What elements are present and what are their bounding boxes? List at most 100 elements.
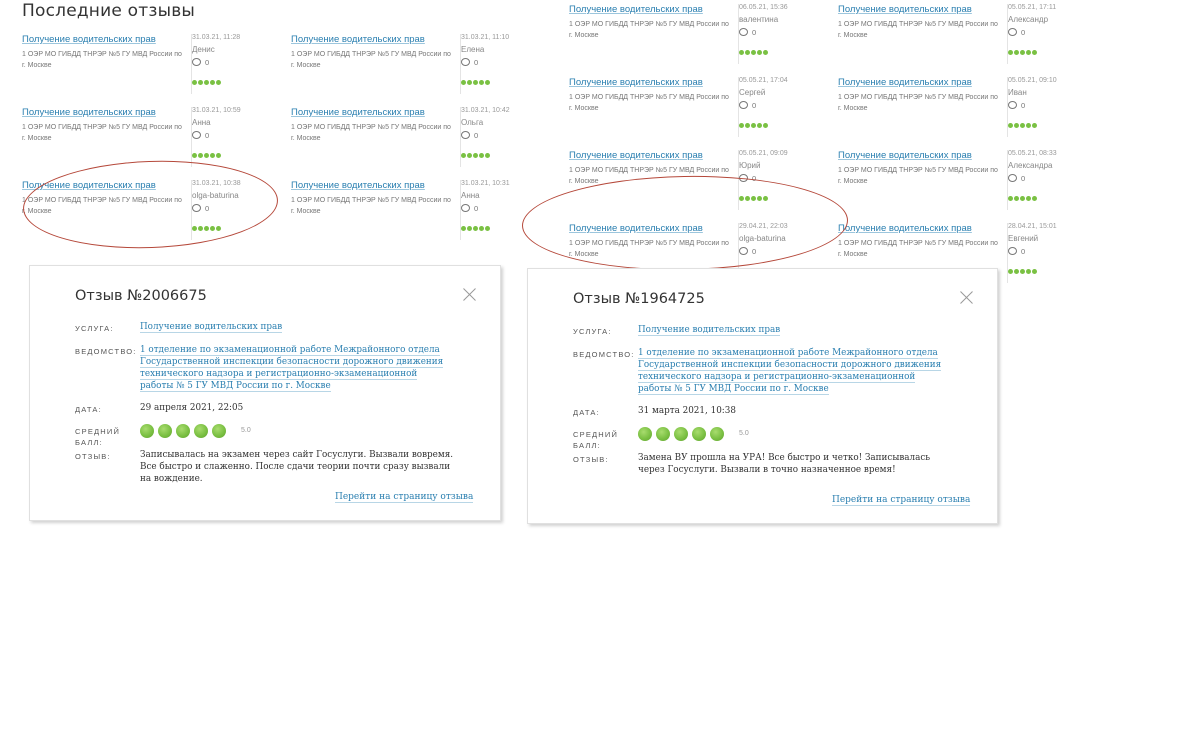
- close-icon[interactable]: [960, 290, 974, 304]
- review-text: Записывалась на экзамен через сайт Госус…: [140, 450, 454, 484]
- review-org: 1 ОЭР МО ГИБДД ТНРЭР №5 ГУ МВД России по…: [291, 124, 451, 142]
- review-service-link[interactable]: Получение водительских прав: [291, 180, 425, 191]
- review-date: 05.05.21, 09:10: [1008, 77, 1057, 84]
- review-card[interactable]: Получение водительских прав 1 ОЭР МО ГИБ…: [838, 77, 1093, 141]
- review-service-link[interactable]: Получение водительских прав: [291, 107, 425, 118]
- review-service-link[interactable]: Получение водительских прав: [569, 77, 703, 88]
- go-to-review-link[interactable]: Перейти на страницу отзыва: [335, 492, 474, 503]
- comment-icon: [1008, 28, 1017, 36]
- review-comments[interactable]: 0: [192, 131, 209, 140]
- review-service-link[interactable]: Получение водительских прав: [569, 4, 703, 15]
- review-date: 31.03.21, 11:10: [461, 34, 510, 41]
- review-author[interactable]: Анна: [192, 118, 211, 127]
- review-date: 06.05.21, 15:36: [739, 4, 788, 11]
- review-date: 31.03.21, 10:42: [461, 107, 510, 114]
- review-comments[interactable]: 0: [461, 58, 478, 67]
- review-service-link[interactable]: Получение водительских прав: [838, 77, 972, 88]
- review-date: 05.05.21, 17:04: [739, 77, 788, 84]
- review-date: 31 марта 2021, 10:38: [638, 406, 736, 416]
- review-card[interactable]: Получение водительских прав 1 ОЭР МО ГИБ…: [22, 34, 277, 98]
- review-comments[interactable]: 0: [461, 131, 478, 140]
- comment-icon: [461, 204, 470, 212]
- review-date: 05.05.21, 17:11: [1008, 4, 1057, 11]
- review-date: 05.05.21, 08:33: [1008, 150, 1057, 157]
- review-author[interactable]: Елена: [461, 45, 484, 54]
- review-author[interactable]: Александра: [1008, 161, 1052, 170]
- review-service-link[interactable]: Получение водительских прав: [569, 150, 703, 161]
- date-label: Дата:: [573, 408, 600, 417]
- review-card[interactable]: Получение водительских прав 1 ОЭР МО ГИБ…: [569, 4, 824, 68]
- review-author[interactable]: Денис: [192, 45, 215, 54]
- review-service-link[interactable]: Получение водительских прав: [838, 150, 972, 161]
- rating-dots: [1008, 261, 1038, 279]
- rating-dots: [739, 42, 769, 60]
- review-comments[interactable]: 0: [192, 58, 209, 67]
- rating-dots: [461, 218, 491, 236]
- review-meta: 05.05.21, 17:04 Сергей 0: [738, 77, 821, 137]
- review-org: 1 ОЭР МО ГИБДД ТНРЭР №5 ГУ МВД России по…: [838, 240, 998, 258]
- comment-icon: [1008, 174, 1017, 182]
- rating-dots: [1008, 115, 1038, 133]
- review-comments[interactable]: 0: [1008, 101, 1025, 110]
- review-date: 31.03.21, 10:31: [461, 180, 510, 187]
- comment-icon: [739, 101, 748, 109]
- service-link[interactable]: Получение водительских прав: [140, 321, 455, 333]
- review-card[interactable]: Получение водительских прав 1 ОЭР МО ГИБ…: [291, 180, 546, 244]
- review-author[interactable]: Ольга: [461, 118, 483, 127]
- review-card[interactable]: Получение водительских прав 1 ОЭР МО ГИБ…: [838, 4, 1093, 68]
- review-org: 1 ОЭР МО ГИБДД ТНРЭР №5 ГУ МВД России по…: [569, 21, 729, 39]
- rating-stars: [140, 424, 230, 443]
- review-card[interactable]: Получение водительских прав 1 ОЭР МО ГИБ…: [569, 77, 824, 141]
- review-comments[interactable]: 0: [739, 101, 756, 110]
- modal-title: Отзыв №1964725: [573, 291, 705, 307]
- review-author[interactable]: Евгений: [1008, 234, 1038, 243]
- rating-label: Средний балл:: [75, 427, 121, 447]
- review-service-link[interactable]: Получение водительских прав: [291, 34, 425, 45]
- review-meta: 31.03.21, 10:42 Ольга 0: [460, 107, 543, 167]
- review-meta: 05.05.21, 08:33 Александра 0: [1007, 150, 1090, 210]
- review-meta: 31.03.21, 10:59 Анна 0: [191, 107, 274, 167]
- comment-icon: [739, 28, 748, 36]
- review-comments[interactable]: 0: [739, 28, 756, 37]
- agency-link[interactable]: 1 отделение по экзаменационной работе Ме…: [140, 344, 452, 392]
- review-date: 05.05.21, 09:09: [739, 150, 788, 157]
- page-title: Последние отзывы: [22, 1, 196, 21]
- close-icon[interactable]: [463, 287, 477, 301]
- review-meta: 05.05.21, 09:10 Иван 0: [1007, 77, 1090, 137]
- comment-icon: [192, 58, 201, 66]
- review-modal: Отзыв №2006675 Услуга: Получение водител…: [29, 265, 501, 521]
- review-service-link[interactable]: Получение водительских прав: [838, 4, 972, 15]
- review-card[interactable]: Получение водительских прав 1 ОЭР МО ГИБ…: [291, 107, 546, 171]
- review-card[interactable]: Получение водительских прав 1 ОЭР МО ГИБ…: [291, 34, 546, 98]
- review-service-link[interactable]: Получение водительских прав: [22, 107, 156, 118]
- go-to-review-link[interactable]: Перейти на страницу отзыва: [832, 495, 971, 506]
- review-comments[interactable]: 0: [461, 204, 478, 213]
- rating-dots: [461, 72, 491, 90]
- review-meta: 05.05.21, 17:11 Александр 0: [1007, 4, 1090, 64]
- review-service-link[interactable]: Получение водительских прав: [838, 223, 972, 234]
- review-comments[interactable]: 0: [1008, 28, 1025, 37]
- review-date: 31.03.21, 10:59: [192, 107, 241, 114]
- rating-dots: [1008, 188, 1038, 206]
- review-author[interactable]: Юрий: [739, 161, 760, 170]
- review-comments[interactable]: 0: [1008, 174, 1025, 183]
- service-link[interactable]: Получение водительских прав: [638, 324, 953, 336]
- agency-label: Ведомство:: [75, 347, 137, 356]
- rating-dots: [739, 115, 769, 133]
- agency-link[interactable]: 1 отделение по экзаменационной работе Ме…: [638, 347, 950, 395]
- review-author[interactable]: Анна: [461, 191, 480, 200]
- date-label: Дата:: [75, 405, 102, 414]
- rating-dots: [461, 145, 491, 163]
- service-label: Услуга:: [75, 324, 114, 333]
- review-service-link[interactable]: Получение водительских прав: [22, 34, 156, 45]
- review-author[interactable]: валентина: [739, 15, 778, 24]
- review-author[interactable]: Александр: [1008, 15, 1048, 24]
- review-author[interactable]: Иван: [1008, 88, 1027, 97]
- review-comments[interactable]: 0: [1008, 247, 1025, 256]
- review-date: 29 апреля 2021, 22:05: [140, 403, 244, 413]
- comment-icon: [461, 131, 470, 139]
- rating-stars: [638, 427, 728, 446]
- review-author[interactable]: Сергей: [739, 88, 765, 97]
- review-card[interactable]: Получение водительских прав 1 ОЭР МО ГИБ…: [838, 150, 1093, 214]
- review-org: 1 ОЭР МО ГИБДД ТНРЭР №5 ГУ МВД России по…: [22, 51, 182, 69]
